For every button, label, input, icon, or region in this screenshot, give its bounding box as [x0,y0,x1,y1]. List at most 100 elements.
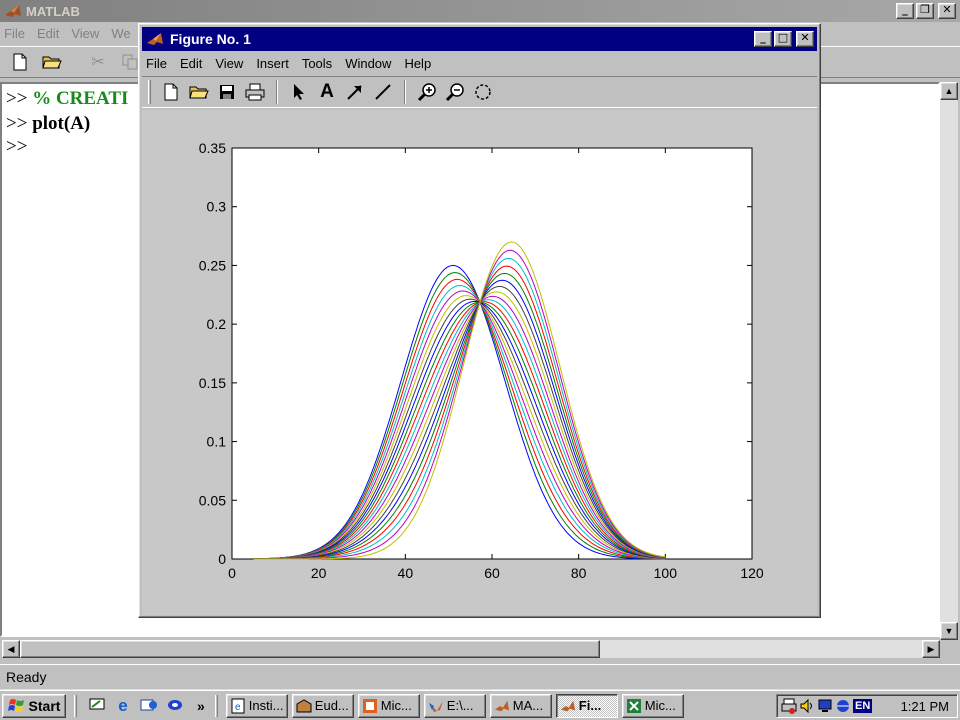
y-tick-label: 0 [218,551,226,567]
x-tick-label: 60 [484,565,500,581]
y-tick-label: 0.2 [207,316,227,332]
figure-title: Figure No. 1 [170,31,251,47]
text-insert-icon[interactable]: A [315,80,339,104]
taskbar-item-eudora[interactable]: Eud... [291,693,354,718]
vertical-scrollbar[interactable]: ▲ ▼ [940,82,958,640]
toolbar-separator [276,80,278,104]
outlook-icon[interactable] [139,696,159,716]
line-insert-icon[interactable] [371,80,395,104]
taskbar-item-powerpoint[interactable]: Mic... [357,693,420,718]
y-tick-label: 0.25 [199,257,226,273]
taskbar-item-label: Mic... [644,698,676,713]
more-chevron[interactable]: » [197,698,205,714]
open-folder-icon[interactable] [187,80,211,104]
matlab-icon [494,700,509,711]
new-file-icon[interactable] [159,80,183,104]
x-tick-label: 40 [398,565,414,581]
powerpoint-icon [362,698,377,713]
quick-launch: e » [74,694,222,717]
windows-logo-icon [7,698,24,712]
restore-button[interactable]: ❐ [916,3,934,19]
new-file-icon[interactable] [8,50,32,74]
matlab-logo-icon [147,33,163,45]
figure-close-button[interactable]: ✕ [796,31,814,47]
command-text: plot(A) [32,113,91,134]
save-icon[interactable] [215,80,239,104]
taskbar-item-label: Insti... [248,698,284,713]
zoom-in-icon[interactable] [415,80,439,104]
menu-view[interactable]: View [215,56,243,71]
printer-icon[interactable] [781,698,797,714]
excel-icon [626,698,641,713]
menu-insert[interactable]: Insert [256,56,289,71]
cut-icon[interactable]: ✂ [86,50,110,74]
figure-window: Figure No. 1 _ □ ✕ File Edit View Insert… [138,23,821,618]
figure-titlebar[interactable]: Figure No. 1 _ □ ✕ [142,27,817,51]
language-indicator[interactable]: EN [853,699,873,713]
command-line[interactable]: >> [6,136,27,158]
toolbar-grip[interactable] [74,694,77,717]
network-icon[interactable] [835,698,851,714]
toolbar-grip[interactable] [214,694,218,717]
menu-web[interactable]: We [111,26,130,41]
scroll-down-button[interactable]: ▼ [940,622,958,640]
rotate-3d-icon[interactable] [471,80,495,104]
y-tick-label: 0.3 [207,199,227,215]
arrow-insert-icon[interactable] [343,80,367,104]
command-prompt: >> [6,136,28,157]
menu-edit[interactable]: Edit [180,56,202,71]
command-prompt: >> [6,88,28,109]
menu-file[interactable]: File [4,26,25,41]
command-line: >> % CREATI [6,88,128,110]
matlab-logo-icon [5,5,21,17]
scroll-left-button[interactable]: ◀ [2,640,20,658]
internet-explorer-icon[interactable]: e [113,696,133,716]
minimize-button[interactable]: _ [896,3,914,19]
print-icon[interactable] [243,80,267,104]
menu-help[interactable]: Help [404,56,431,71]
command-line: >> plot(A) [6,113,90,135]
menu-tools[interactable]: Tools [302,56,332,71]
taskbar-item-excel[interactable]: Mic... [621,693,684,718]
open-folder-icon[interactable] [40,50,64,74]
scroll-thumb[interactable] [20,640,600,658]
close-button[interactable]: ✕ [938,3,956,19]
command-text: % CREATI [32,88,129,109]
x-tick-label: 120 [740,565,764,581]
toolbar-grip[interactable] [148,80,151,104]
taskbar-item-institute[interactable]: e Insti... [225,693,288,718]
menu-window[interactable]: Window [345,56,391,71]
desktop-icon[interactable] [87,696,107,716]
scroll-up-button[interactable]: ▲ [940,82,958,100]
start-button[interactable]: Start [2,693,66,718]
figure-minimize-button[interactable]: _ [754,31,772,47]
menu-edit[interactable]: Edit [37,26,59,41]
taskbar-item-label: Mic... [380,698,412,713]
taskbar-item-label: Eud... [314,698,349,713]
taskbar-item-figure[interactable]: Fi... [555,693,618,718]
menu-view[interactable]: View [71,26,99,41]
volume-icon[interactable] [799,698,815,714]
taskbar-item-matlab[interactable]: MA... [489,693,552,718]
clock[interactable]: 1:21 PM [901,699,949,714]
matlab-figure-icon [560,700,575,711]
y-tick-label: 0.35 [199,140,226,156]
y-tick-label: 0.1 [207,434,227,450]
taskbar-item-label: E:\... [446,698,474,713]
arrow-select-icon[interactable] [287,80,311,104]
figure-toolbar: A [142,76,817,108]
x-tick-label: 100 [654,565,678,581]
command-prompt: >> [6,113,28,134]
scroll-right-button[interactable]: ▶ [922,640,940,658]
taskbar-item-explorer[interactable]: E:\... [423,693,486,718]
start-label: Start [28,697,61,714]
monitor-icon[interactable] [817,698,833,714]
zoom-out-icon[interactable] [443,80,467,104]
menu-file[interactable]: File [146,56,167,71]
horizontal-scrollbar[interactable]: ◀ ▶ [2,640,940,658]
x-tick-label: 20 [311,565,327,581]
figure-maximize-button[interactable]: □ [774,31,792,47]
windows-taskbar: Start e » e Insti... Eud... Mic... E:\..… [0,690,960,720]
channels-icon[interactable] [165,696,185,716]
x-tick-label: 80 [571,565,587,581]
